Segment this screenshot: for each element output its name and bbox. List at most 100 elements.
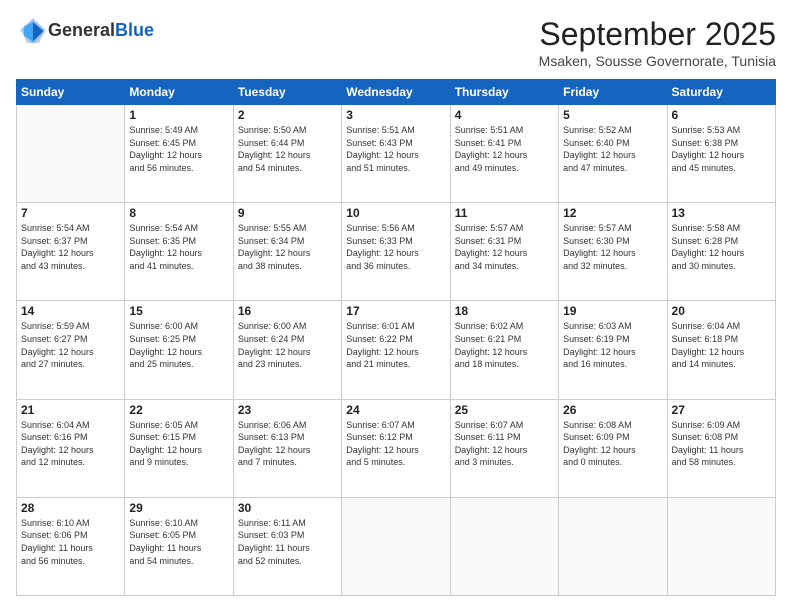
col-monday: Monday xyxy=(125,80,233,105)
day-number: 3 xyxy=(346,108,445,122)
calendar-cell xyxy=(17,105,125,203)
day-info: Sunrise: 5:58 AM Sunset: 6:28 PM Dayligh… xyxy=(672,222,771,272)
day-info: Sunrise: 6:07 AM Sunset: 6:12 PM Dayligh… xyxy=(346,419,445,469)
calendar-cell: 27 Sunrise: 6:09 AM Sunset: 6:08 PM Dayli… xyxy=(667,399,775,497)
day-info: Sunrise: 5:51 AM Sunset: 6:43 PM Dayligh… xyxy=(346,124,445,174)
day-info: Sunrise: 6:02 AM Sunset: 6:21 PM Dayligh… xyxy=(455,320,554,370)
day-number: 14 xyxy=(21,304,120,318)
calendar-cell: 23Sunrise: 6:06 AM Sunset: 6:13 PM Dayli… xyxy=(233,399,341,497)
calendar-cell: 7 Sunrise: 5:54 AM Sunset: 6:37 PM Daylig… xyxy=(17,203,125,301)
day-number: 6 xyxy=(672,108,771,122)
day-info: Sunrise: 6:01 AM Sunset: 6:22 PM Dayligh… xyxy=(346,320,445,370)
calendar-cell: 14 Sunrise: 5:59 AM Sunset: 6:27 PM Dayli… xyxy=(17,301,125,399)
day-number: 25 xyxy=(455,403,554,417)
calendar-week-1: 1Sunrise: 5:49 AM Sunset: 6:45 PM Daylig… xyxy=(17,105,776,203)
logo-blue: Blue xyxy=(115,20,154,40)
day-number: 2 xyxy=(238,108,337,122)
day-number: 26 xyxy=(563,403,662,417)
calendar-cell: 15 Sunrise: 6:00 AM Sunset: 6:25 PM Dayli… xyxy=(125,301,233,399)
calendar-cell xyxy=(559,497,667,595)
day-number: 28 xyxy=(21,501,120,515)
day-info: Sunrise: 5:54 AM Sunset: 6:37 PM Dayligh… xyxy=(21,222,120,272)
calendar-cell: 25 Sunrise: 6:07 AM Sunset: 6:11 PM Dayli… xyxy=(450,399,558,497)
day-number: 22 xyxy=(129,403,228,417)
calendar-cell: 30Sunrise: 6:11 AM Sunset: 6:03 PM Dayli… xyxy=(233,497,341,595)
col-tuesday: Tuesday xyxy=(233,80,341,105)
calendar-cell: 21 Sunrise: 6:04 AM Sunset: 6:16 PM Dayli… xyxy=(17,399,125,497)
calendar-cell: 6 Sunrise: 5:53 AM Sunset: 6:38 PM Daylig… xyxy=(667,105,775,203)
day-info: Sunrise: 6:09 AM Sunset: 6:08 PM Dayligh… xyxy=(672,419,771,469)
calendar-cell: 22 Sunrise: 6:05 AM Sunset: 6:15 PM Dayli… xyxy=(125,399,233,497)
calendar-cell xyxy=(450,497,558,595)
calendar-cell: 12Sunrise: 5:57 AM Sunset: 6:30 PM Dayli… xyxy=(559,203,667,301)
day-info: Sunrise: 6:08 AM Sunset: 6:09 PM Dayligh… xyxy=(563,419,662,469)
day-number: 13 xyxy=(672,206,771,220)
calendar-cell: 18 Sunrise: 6:02 AM Sunset: 6:21 PM Dayli… xyxy=(450,301,558,399)
day-info: Sunrise: 5:56 AM Sunset: 6:33 PM Dayligh… xyxy=(346,222,445,272)
day-number: 5 xyxy=(563,108,662,122)
day-info: Sunrise: 5:51 AM Sunset: 6:41 PM Dayligh… xyxy=(455,124,554,174)
calendar-cell: 26 Sunrise: 6:08 AM Sunset: 6:09 PM Dayli… xyxy=(559,399,667,497)
day-number: 9 xyxy=(238,206,337,220)
calendar-cell: 4 Sunrise: 5:51 AM Sunset: 6:41 PM Daylig… xyxy=(450,105,558,203)
logo: GeneralBlue xyxy=(16,16,154,46)
calendar-cell: 2Sunrise: 5:50 AM Sunset: 6:44 PM Daylig… xyxy=(233,105,341,203)
day-number: 18 xyxy=(455,304,554,318)
day-number: 7 xyxy=(21,206,120,220)
logo-general: General xyxy=(48,20,115,40)
day-number: 20 xyxy=(672,304,771,318)
day-info: Sunrise: 6:06 AM Sunset: 6:13 PM Dayligh… xyxy=(238,419,337,469)
day-info: Sunrise: 6:10 AM Sunset: 6:05 PM Dayligh… xyxy=(129,517,228,567)
day-number: 4 xyxy=(455,108,554,122)
calendar-cell: 29 Sunrise: 6:10 AM Sunset: 6:05 PM Dayli… xyxy=(125,497,233,595)
title-block: September 2025 Msaken, Sousse Governorat… xyxy=(539,16,776,69)
calendar-cell: 13 Sunrise: 5:58 AM Sunset: 6:28 PM Dayli… xyxy=(667,203,775,301)
day-info: Sunrise: 6:07 AM Sunset: 6:11 PM Dayligh… xyxy=(455,419,554,469)
col-saturday: Saturday xyxy=(667,80,775,105)
calendar-cell: 17 Sunrise: 6:01 AM Sunset: 6:22 PM Dayli… xyxy=(342,301,450,399)
calendar-week-5: 28 Sunrise: 6:10 AM Sunset: 6:06 PM Dayli… xyxy=(17,497,776,595)
day-info: Sunrise: 5:52 AM Sunset: 6:40 PM Dayligh… xyxy=(563,124,662,174)
day-info: Sunrise: 6:00 AM Sunset: 6:25 PM Dayligh… xyxy=(129,320,228,370)
day-number: 17 xyxy=(346,304,445,318)
day-info: Sunrise: 6:03 AM Sunset: 6:19 PM Dayligh… xyxy=(563,320,662,370)
col-wednesday: Wednesday xyxy=(342,80,450,105)
calendar-cell: 10 Sunrise: 5:56 AM Sunset: 6:33 PM Dayli… xyxy=(342,203,450,301)
day-info: Sunrise: 6:00 AM Sunset: 6:24 PM Dayligh… xyxy=(238,320,337,370)
day-info: Sunrise: 6:05 AM Sunset: 6:15 PM Dayligh… xyxy=(129,419,228,469)
col-sunday: Sunday xyxy=(17,80,125,105)
header: GeneralBlue September 2025 Msaken, Souss… xyxy=(16,16,776,69)
day-number: 8 xyxy=(129,206,228,220)
day-info: Sunrise: 5:57 AM Sunset: 6:31 PM Dayligh… xyxy=(455,222,554,272)
day-number: 16 xyxy=(238,304,337,318)
calendar-cell: 1Sunrise: 5:49 AM Sunset: 6:45 PM Daylig… xyxy=(125,105,233,203)
calendar-cell xyxy=(667,497,775,595)
day-info: Sunrise: 5:55 AM Sunset: 6:34 PM Dayligh… xyxy=(238,222,337,272)
calendar-header-row: Sunday Monday Tuesday Wednesday Thursday… xyxy=(17,80,776,105)
day-info: Sunrise: 6:11 AM Sunset: 6:03 PM Dayligh… xyxy=(238,517,337,567)
day-number: 29 xyxy=(129,501,228,515)
calendar-cell: 3 Sunrise: 5:51 AM Sunset: 6:43 PM Daylig… xyxy=(342,105,450,203)
calendar-cell: 9 Sunrise: 5:55 AM Sunset: 6:34 PM Daylig… xyxy=(233,203,341,301)
day-info: Sunrise: 6:04 AM Sunset: 6:16 PM Dayligh… xyxy=(21,419,120,469)
calendar-cell xyxy=(342,497,450,595)
day-number: 10 xyxy=(346,206,445,220)
calendar-cell: 20Sunrise: 6:04 AM Sunset: 6:18 PM Dayli… xyxy=(667,301,775,399)
calendar-week-2: 7 Sunrise: 5:54 AM Sunset: 6:37 PM Daylig… xyxy=(17,203,776,301)
month-year: September 2025 xyxy=(539,16,776,53)
calendar-cell: 8 Sunrise: 5:54 AM Sunset: 6:35 PM Daylig… xyxy=(125,203,233,301)
calendar-cell: 16 Sunrise: 6:00 AM Sunset: 6:24 PM Dayli… xyxy=(233,301,341,399)
day-info: Sunrise: 5:53 AM Sunset: 6:38 PM Dayligh… xyxy=(672,124,771,174)
day-number: 12 xyxy=(563,206,662,220)
day-info: Sunrise: 5:59 AM Sunset: 6:27 PM Dayligh… xyxy=(21,320,120,370)
day-number: 15 xyxy=(129,304,228,318)
day-number: 24 xyxy=(346,403,445,417)
day-number: 21 xyxy=(21,403,120,417)
calendar-cell: 24 Sunrise: 6:07 AM Sunset: 6:12 PM Dayli… xyxy=(342,399,450,497)
logo-text: GeneralBlue xyxy=(48,21,154,41)
day-info: Sunrise: 5:54 AM Sunset: 6:35 PM Dayligh… xyxy=(129,222,228,272)
calendar-table: Sunday Monday Tuesday Wednesday Thursday… xyxy=(16,79,776,596)
calendar-cell: 28 Sunrise: 6:10 AM Sunset: 6:06 PM Dayli… xyxy=(17,497,125,595)
day-number: 27 xyxy=(672,403,771,417)
day-info: Sunrise: 6:10 AM Sunset: 6:06 PM Dayligh… xyxy=(21,517,120,567)
